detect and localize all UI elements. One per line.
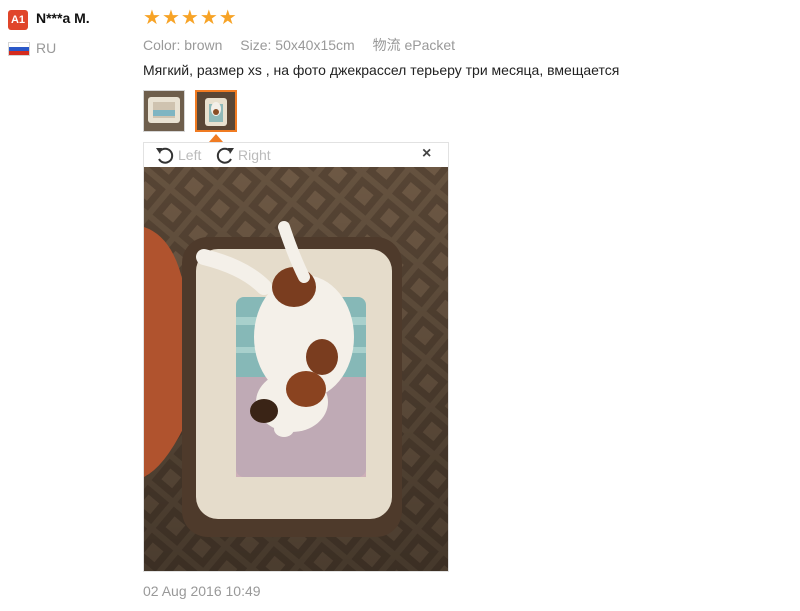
- attr-color-key: Color:: [143, 37, 181, 53]
- star-rating: ★ ★ ★ ★ ★: [143, 8, 237, 28]
- rotate-left-button[interactable]: Left: [154, 145, 201, 165]
- rotate-right-icon: [216, 147, 234, 164]
- viewer-toolbar: Left Right ×: [144, 143, 448, 167]
- star-icon: ★: [180, 7, 199, 29]
- review-text: Мягкий, размер xs , на фото джекрассел т…: [143, 62, 620, 78]
- star-icon: ★: [143, 7, 161, 29]
- review-photo: [144, 167, 448, 571]
- country-flag-icon: [8, 42, 30, 56]
- rotate-left-icon: [156, 147, 174, 164]
- photo-thumbnail-2[interactable]: [195, 90, 237, 132]
- review-date: 02 Aug 2016 10:49: [143, 583, 261, 599]
- attr-shipping-key: 物流: [372, 37, 401, 53]
- close-icon[interactable]: ×: [422, 145, 431, 163]
- star-icon: ★: [161, 7, 180, 29]
- rotate-left-label: Left: [178, 147, 202, 163]
- rotate-right-button[interactable]: Right: [214, 145, 271, 165]
- rotate-right-label: Right: [238, 147, 271, 163]
- selected-thumbnail-caret: [209, 134, 223, 142]
- star-icon: ★: [218, 7, 237, 29]
- attr-color-value: brown: [184, 37, 223, 53]
- attr-size-value: 50x40x15cm: [275, 37, 355, 53]
- attr-size-key: Size:: [240, 37, 272, 53]
- reviewer-name: N***a M.: [36, 10, 90, 26]
- star-icon: ★: [199, 7, 218, 29]
- attr-shipping-value: ePacket: [404, 37, 456, 53]
- photo-viewer: Left Right ×: [143, 142, 449, 572]
- reviewer-country: RU: [36, 40, 57, 56]
- photo-thumbnail-1[interactable]: [143, 90, 185, 132]
- member-level-badge: A1: [8, 10, 28, 30]
- order-attributes: Color: brown Size: 50x40x15cm 物流 ePacket: [143, 35, 469, 55]
